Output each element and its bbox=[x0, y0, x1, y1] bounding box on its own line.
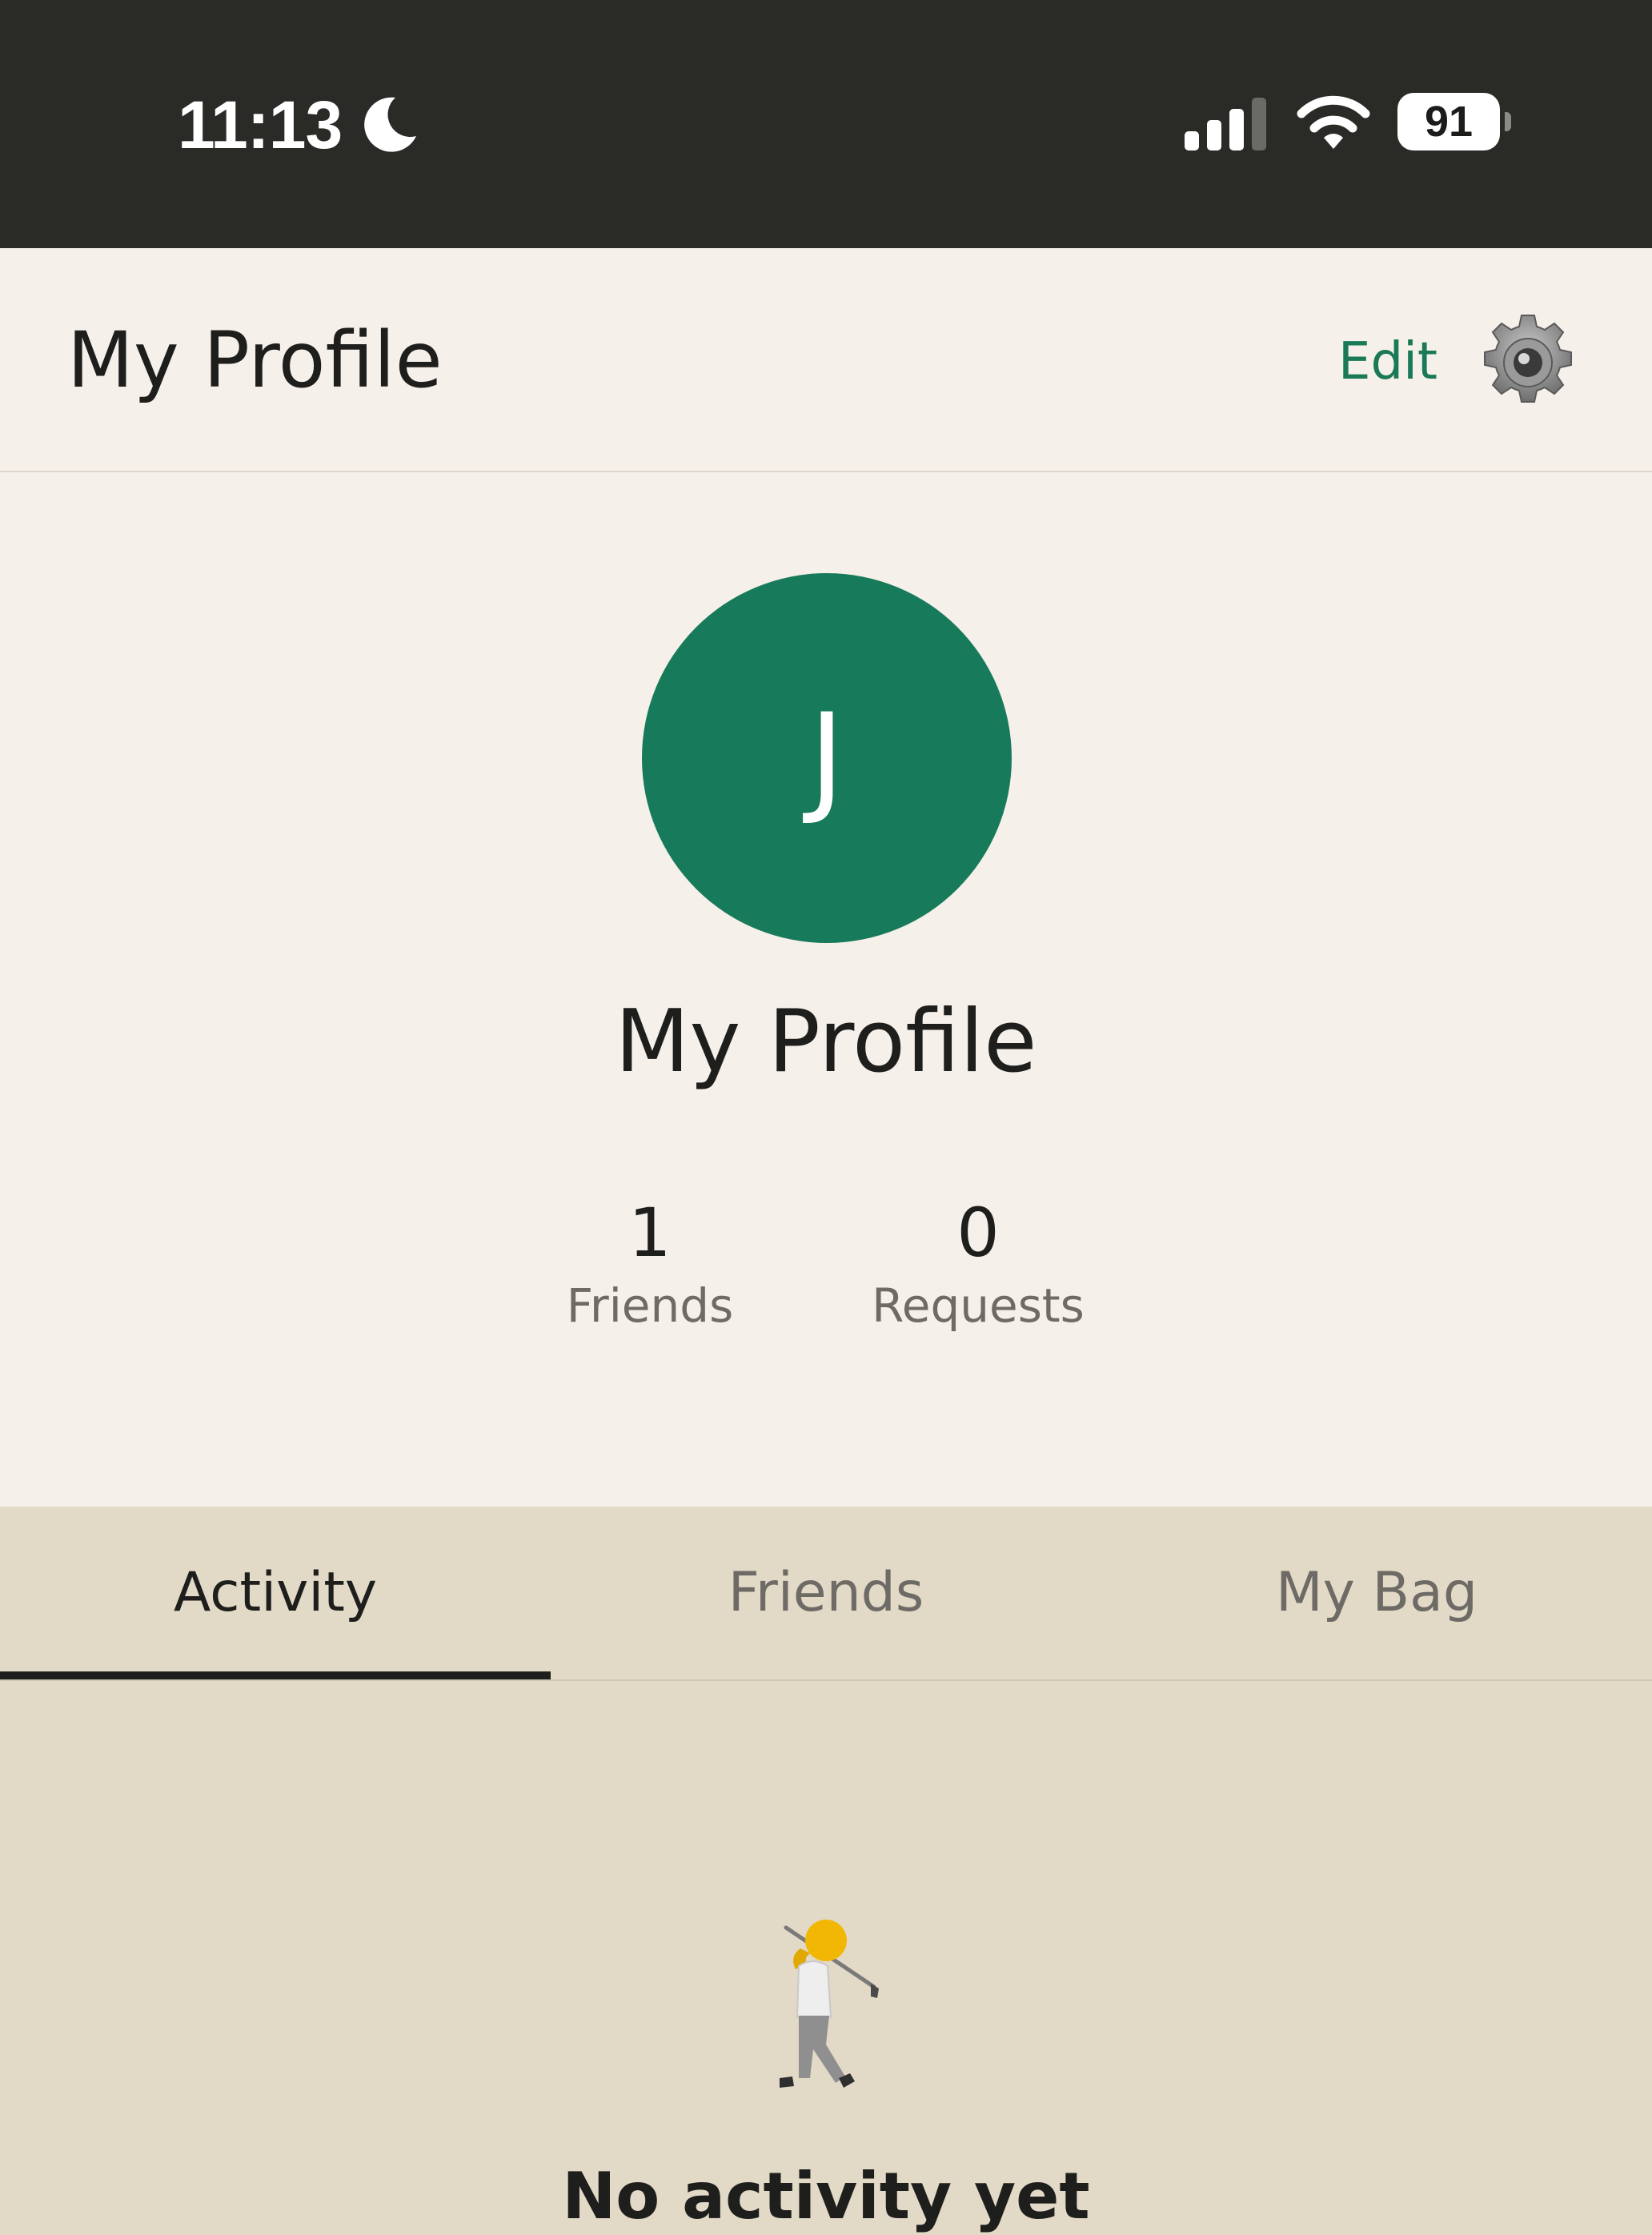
friends-count: 1 bbox=[628, 1194, 672, 1272]
empty-state: No activity yet bbox=[0, 1681, 1652, 2233]
wifi-icon bbox=[1297, 95, 1370, 149]
status-time: 11:13 bbox=[178, 87, 343, 163]
status-bar: 11:13 91 bbox=[0, 0, 1652, 248]
requests-stat[interactable]: 0 Requests bbox=[858, 1193, 1098, 1334]
requests-count: 0 bbox=[956, 1194, 1000, 1272]
friends-label: Friends bbox=[566, 1278, 734, 1333]
tab-friends[interactable]: Friends bbox=[551, 1507, 1101, 1679]
app-header: My Profile Edit bbox=[0, 248, 1652, 472]
signal-icon bbox=[1185, 98, 1266, 150]
edit-button[interactable]: Edit bbox=[1338, 331, 1437, 392]
tab-activity[interactable]: Activity bbox=[0, 1507, 551, 1679]
gear-icon[interactable] bbox=[1478, 312, 1578, 413]
battery-icon: 91 bbox=[1397, 93, 1511, 150]
empty-state-title: No activity yet bbox=[562, 2159, 1090, 2233]
golfer-icon bbox=[780, 1920, 879, 2088]
battery-level: 91 bbox=[1424, 98, 1474, 146]
moon-icon bbox=[364, 97, 416, 152]
active-tab-indicator bbox=[0, 1671, 551, 1679]
profile-name: My Profile bbox=[615, 992, 1037, 1092]
profile-section: J My Profile 1 Friends 0 Requests bbox=[0, 472, 1652, 1507]
tab-bar: Activity Friends My Bag bbox=[0, 1507, 1652, 1681]
tab-my-bag[interactable]: My Bag bbox=[1101, 1507, 1652, 1679]
page-title: My Profile bbox=[67, 315, 443, 405]
requests-label: Requests bbox=[872, 1278, 1085, 1333]
avatar: J bbox=[642, 573, 1012, 943]
friends-stat[interactable]: 1 Friends bbox=[530, 1193, 770, 1334]
